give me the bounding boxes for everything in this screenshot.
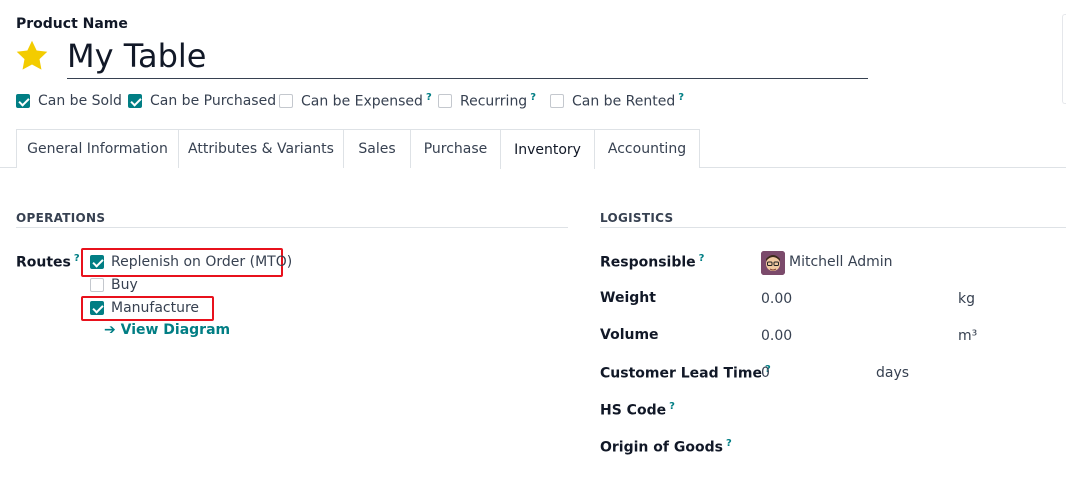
responsible-value[interactable]: Mitchell Admin xyxy=(789,254,893,270)
route-replenish-on-order[interactable]: Replenish on Order (MTO) xyxy=(90,253,292,271)
help-icon[interactable]: ? xyxy=(530,92,536,103)
tab-purchase[interactable]: Purchase xyxy=(411,129,501,168)
help-icon[interactable]: ? xyxy=(678,92,684,103)
product-name-label: Product Name xyxy=(16,16,128,32)
customer-lead-time-label: Customer Lead Time? xyxy=(600,364,771,382)
can-be-expensed-checkbox[interactable]: Can be Expensed? xyxy=(279,92,432,110)
route-buy[interactable]: Buy xyxy=(90,276,138,294)
checkbox-checked[interactable] xyxy=(16,94,30,108)
avatar xyxy=(761,251,785,275)
view-diagram-link[interactable]: ➔ View Diagram xyxy=(104,322,230,338)
route-manufacture[interactable]: Manufacture xyxy=(90,299,199,317)
routes-label: Routes? xyxy=(16,253,80,271)
help-icon[interactable]: ? xyxy=(74,253,80,264)
checkbox-checked[interactable] xyxy=(90,255,104,269)
customer-lead-time-unit: days xyxy=(876,365,910,381)
product-name-field[interactable]: My Table xyxy=(67,36,868,79)
origin-of-goods-label: Origin of Goods? xyxy=(600,438,732,456)
help-icon[interactable]: ? xyxy=(726,438,732,449)
tab-inventory[interactable]: Inventory xyxy=(500,129,595,169)
recurring-checkbox[interactable]: Recurring? xyxy=(438,92,536,110)
smart-buttons-edge xyxy=(1062,14,1066,104)
hs-code-label: HS Code? xyxy=(600,401,675,419)
checkbox-unchecked[interactable] xyxy=(550,94,564,108)
logistics-section-title: LOGISTICS xyxy=(600,211,674,225)
tab-sales[interactable]: Sales xyxy=(344,129,411,168)
operations-section-title: OPERATIONS xyxy=(16,211,106,225)
volume-unit: m³ xyxy=(958,328,978,344)
volume-label: Volume xyxy=(600,327,659,343)
tab-accounting[interactable]: Accounting xyxy=(595,129,700,168)
can-be-sold-checkbox[interactable]: Can be Sold xyxy=(16,92,122,110)
checkbox-unchecked[interactable] xyxy=(279,94,293,108)
product-name-value: My Table xyxy=(67,37,207,75)
logistics-divider xyxy=(600,227,1066,228)
operations-divider xyxy=(16,227,568,228)
weight-label: Weight xyxy=(600,290,656,306)
weight-input[interactable]: 0.00 xyxy=(761,291,792,307)
can-be-rented-checkbox[interactable]: Can be Rented? xyxy=(550,92,684,110)
favorite-star-icon[interactable] xyxy=(14,38,50,74)
responsible-label: Responsible? xyxy=(600,253,705,271)
can-be-purchased-checkbox[interactable]: Can be Purchased xyxy=(128,92,276,110)
checkbox-unchecked[interactable] xyxy=(438,94,452,108)
tab-general-information[interactable]: General Information xyxy=(16,129,179,168)
checkbox-checked[interactable] xyxy=(128,94,142,108)
weight-unit: kg xyxy=(958,291,975,307)
help-icon[interactable]: ? xyxy=(426,92,432,103)
help-icon[interactable]: ? xyxy=(669,401,675,412)
tab-attributes-variants[interactable]: Attributes & Variants xyxy=(179,129,344,168)
checkbox-checked[interactable] xyxy=(90,301,104,315)
notebook-tabs: General Information Attributes & Variant… xyxy=(0,129,1066,169)
customer-lead-time-input[interactable]: 0 xyxy=(761,365,770,381)
help-icon[interactable]: ? xyxy=(699,253,705,264)
volume-input[interactable]: 0.00 xyxy=(761,328,792,344)
checkbox-unchecked[interactable] xyxy=(90,278,104,292)
